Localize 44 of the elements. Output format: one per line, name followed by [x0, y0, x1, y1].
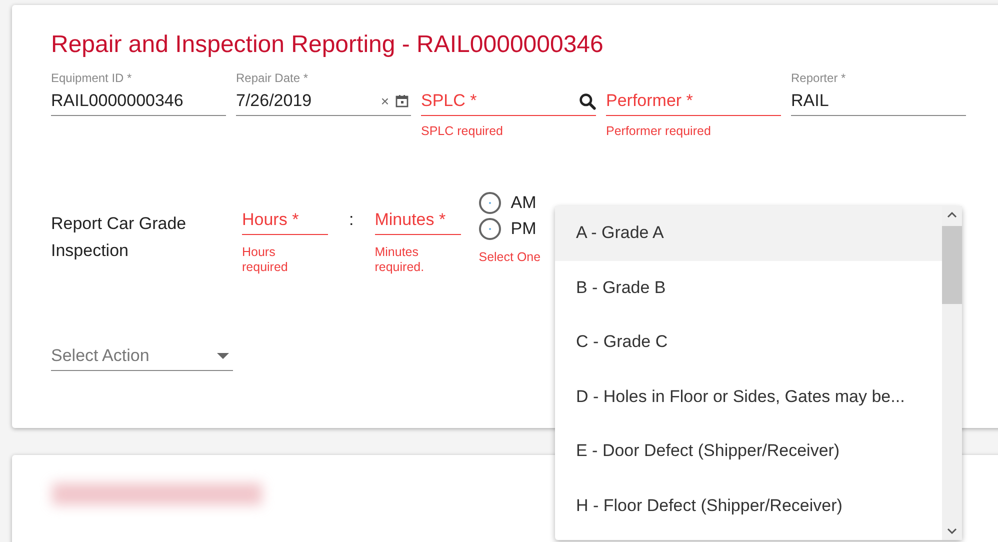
caret-icon	[217, 352, 229, 359]
radio-button[interactable]	[478, 218, 501, 240]
error-message: Minutes required.	[374, 244, 426, 276]
calendar-icon[interactable]	[395, 94, 409, 108]
input-field[interactable]: Performer *	[606, 87, 781, 116]
scroll-down-icon[interactable]	[947, 528, 957, 534]
scrollbar[interactable]	[942, 206, 962, 540]
scrollbar-thumb[interactable]	[942, 226, 962, 304]
error-message: Select One	[478, 250, 541, 266]
field-value: RAIL	[791, 91, 830, 111]
dropdown-option[interactable]: B - Grade B	[555, 260, 942, 316]
page-title: Repair and Inspection Reporting - RAIL0000000346	[51, 31, 604, 59]
radio-button[interactable]	[478, 192, 501, 214]
field-label: Equipment ID *	[51, 71, 133, 87]
dropdown-option[interactable]: D - Holes in Floor or Sides, Gates may be...	[555, 370, 942, 424]
radio-label: PM	[510, 218, 536, 239]
scroll-up-icon[interactable]	[947, 212, 957, 218]
field-placeholder: Minutes *	[374, 210, 447, 230]
dropdown-option[interactable]: H - Floor Defect (Shipper/Receiver)	[555, 478, 942, 534]
field-placeholder: SPLC *	[421, 91, 478, 111]
search-icon[interactable]	[579, 92, 596, 110]
action-select[interactable]: Select Action	[51, 342, 233, 371]
input-field[interactable]: SPLC *	[421, 87, 596, 116]
clear-icon[interactable]: ×	[380, 93, 389, 109]
dropdown-option[interactable]: C - Grade C	[555, 315, 942, 370]
error-message: SPLC required	[421, 124, 504, 140]
field-label: Reporter *	[791, 71, 847, 87]
field-placeholder: Hours *	[242, 210, 300, 230]
field-value: RAIL0000000346	[51, 91, 184, 111]
radio-label: AM	[510, 192, 536, 213]
input-field[interactable]: RAIL	[791, 87, 966, 116]
field-label: Repair Date *	[236, 71, 310, 87]
error-message: Performer required	[606, 124, 712, 140]
time-separator: :	[349, 210, 354, 230]
input-field[interactable]: RAIL0000000346	[51, 87, 226, 116]
error-message: Hours required	[242, 244, 289, 276]
input-field[interactable]: 7/26/2019 ×	[236, 87, 411, 116]
dropdown-option[interactable]: A - Grade A	[555, 206, 942, 261]
hours-field[interactable]: Hours *	[242, 206, 328, 235]
section-label: Report Car Grade Inspection	[51, 212, 188, 262]
minutes-field[interactable]: Minutes *	[374, 206, 461, 235]
field-placeholder: Performer *	[606, 91, 694, 111]
field-value: 7/26/2019	[236, 91, 313, 111]
dropdown-option[interactable]: E - Door Defect (Shipper/Receiver)	[555, 424, 942, 479]
